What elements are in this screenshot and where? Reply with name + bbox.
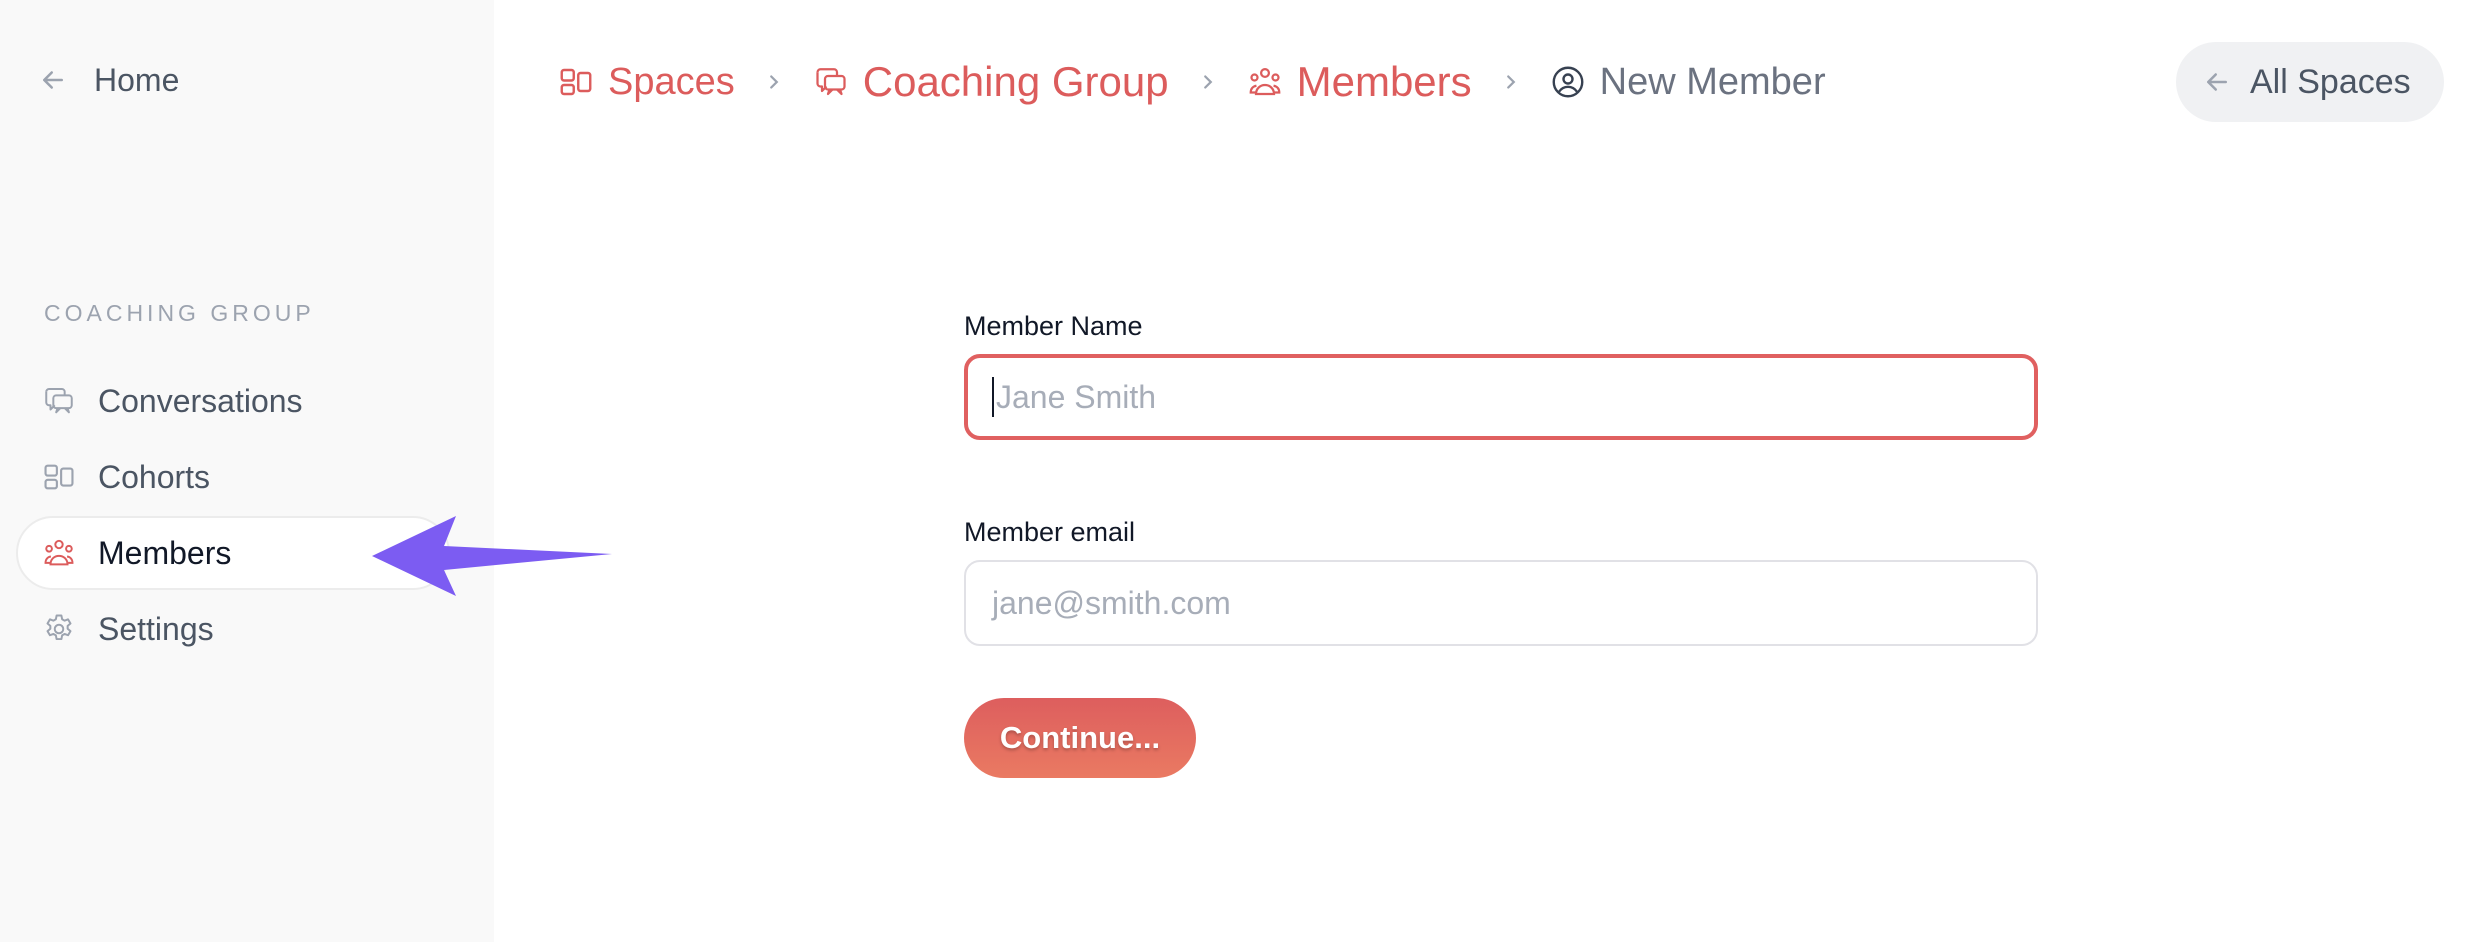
- chevron-right-icon: [763, 71, 785, 93]
- breadcrumb-coaching-group[interactable]: Coaching Group: [813, 58, 1169, 106]
- chat-bubbles-icon: [42, 384, 76, 418]
- users-group-icon: [1247, 64, 1283, 100]
- member-email-field: Member email jane@smith.com: [964, 512, 2038, 646]
- section-label: COACHING GROUP: [44, 300, 315, 326]
- sidebar-item-members[interactable]: Members: [16, 516, 450, 590]
- breadcrumb-label: New Member: [1599, 60, 1826, 103]
- new-member-form: Member Name Jane Smith Member email jane…: [964, 306, 2038, 646]
- users-group-icon: [42, 536, 76, 570]
- breadcrumb: Spaces Coaching Group Members New Member: [558, 52, 1826, 112]
- sidebar-nav: Conversations Cohorts Members Settings: [16, 364, 450, 668]
- member-email-input[interactable]: jane@smith.com: [964, 560, 2038, 646]
- layout-blocks-icon: [558, 64, 594, 100]
- user-circle-icon: [1550, 64, 1586, 100]
- arrow-left-icon: [43, 71, 63, 89]
- continue-button[interactable]: Continue...: [964, 698, 1196, 778]
- sidebar-item-label: Cohorts: [98, 458, 211, 495]
- sidebar-item-conversations[interactable]: Conversations: [16, 364, 450, 438]
- breadcrumb-spaces[interactable]: Spaces: [558, 61, 735, 104]
- all-spaces-label: All Spaces: [2250, 62, 2411, 101]
- text-caret: [992, 377, 994, 417]
- all-spaces-button[interactable]: All Spaces: [2176, 42, 2444, 122]
- sidebar-item-label: Settings: [98, 610, 214, 647]
- chevron-right-icon: [1500, 71, 1522, 93]
- arrow-left-icon: [2207, 73, 2227, 91]
- sidebar-item-label: Members: [98, 534, 232, 571]
- sidebar-item-cohorts[interactable]: Cohorts: [16, 440, 450, 514]
- member-name-placeholder: Jane Smith: [996, 378, 1157, 415]
- layout-blocks-icon: [42, 460, 76, 494]
- member-name-field: Member Name Jane Smith: [964, 306, 2038, 440]
- member-name-label: Member Name: [964, 311, 1143, 341]
- breadcrumb-new-member: New Member: [1550, 61, 1826, 104]
- sidebar-item-label: Conversations: [98, 382, 303, 419]
- member-email-label: Member email: [964, 517, 1136, 547]
- member-email-placeholder: jane@smith.com: [992, 584, 1231, 621]
- breadcrumb-label: Coaching Group: [862, 58, 1169, 105]
- home-label: Home: [94, 61, 180, 98]
- member-name-input[interactable]: Jane Smith: [964, 354, 2038, 440]
- home-link[interactable]: Home: [38, 56, 179, 104]
- breadcrumb-label: Members: [1296, 58, 1472, 105]
- breadcrumb-label: Spaces: [608, 60, 735, 103]
- gear-icon: [42, 612, 76, 646]
- sidebar: Home COACHING GROUP Conversations Cohort…: [0, 0, 494, 942]
- chat-bubbles-icon: [813, 64, 849, 100]
- sidebar-item-settings[interactable]: Settings: [16, 592, 450, 666]
- chevron-right-icon: [1197, 71, 1219, 93]
- breadcrumb-members[interactable]: Members: [1247, 58, 1472, 106]
